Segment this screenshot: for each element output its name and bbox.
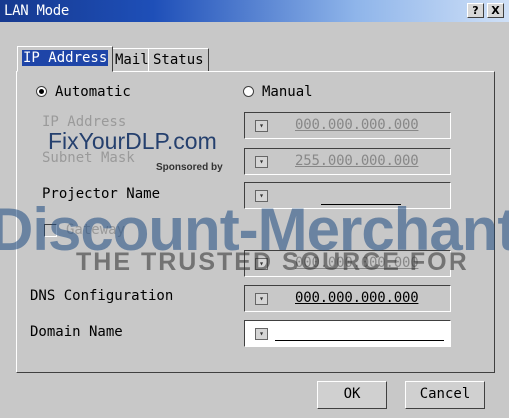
automatic-radio[interactable]: Automatic: [36, 84, 131, 100]
projector-name-field[interactable]: ▾: [244, 182, 451, 209]
tab-ip-address[interactable]: IP Address: [17, 46, 114, 72]
edit-icon: ▾: [255, 120, 268, 132]
ip-address-label: IP Address: [42, 114, 127, 130]
dns-field[interactable]: ▾ 000.000.000.000: [244, 285, 451, 312]
manual-radio[interactable]: Manual: [243, 84, 313, 100]
edit-icon: ▾: [255, 258, 268, 270]
tab-status[interactable]: Status: [148, 48, 209, 72]
automatic-label: Automatic: [55, 84, 131, 100]
lan-mode-dialog: LAN Mode ? X IP Address Mail Status Auto…: [0, 0, 509, 418]
edit-icon: ▾: [255, 156, 268, 168]
manual-radio-dot: [243, 86, 254, 97]
projector-name-label: Projector Name: [42, 186, 161, 202]
gateway-checkbox[interactable]: [44, 224, 57, 237]
ip-address-field: ▾ 000.000.000.000: [244, 112, 451, 139]
automatic-radio-dot: [36, 86, 47, 97]
domain-name-field[interactable]: ▾: [244, 320, 451, 347]
cancel-button[interactable]: Cancel: [405, 381, 485, 409]
gateway-field: ▾ 000.000.000.000: [244, 250, 451, 277]
domain-name-label: Domain Name: [30, 324, 123, 340]
title-bar: LAN Mode ? X: [0, 0, 509, 22]
projector-name-input-line: [321, 204, 401, 205]
dns-value: 000.000.000.000: [295, 290, 419, 306]
help-button[interactable]: ?: [467, 3, 484, 18]
tab-mail-label: Mail: [115, 52, 149, 68]
gateway-value: 000.000.000.000: [295, 255, 419, 271]
dns-configuration-label: DNS Configuration: [30, 288, 174, 304]
edit-icon: ▾: [255, 190, 268, 202]
tab-ip-address-label: IP Address: [22, 50, 109, 66]
close-button[interactable]: X: [487, 3, 504, 18]
gateway-label: Gateway: [66, 222, 126, 238]
ok-button[interactable]: OK: [317, 381, 387, 409]
edit-icon: ▾: [255, 328, 268, 340]
subnet-mask-label: Subnet Mask: [42, 150, 135, 166]
ip-address-value: 000.000.000.000: [295, 117, 419, 133]
subnet-mask-field: ▾ 255.000.000.000: [244, 148, 451, 175]
subnet-mask-value: 255.000.000.000: [295, 153, 419, 169]
domain-name-input-line: [275, 340, 444, 341]
edit-icon: ▾: [255, 293, 268, 305]
window-title: LAN Mode: [4, 3, 70, 19]
tab-status-label: Status: [153, 52, 204, 68]
manual-label: Manual: [262, 84, 313, 100]
